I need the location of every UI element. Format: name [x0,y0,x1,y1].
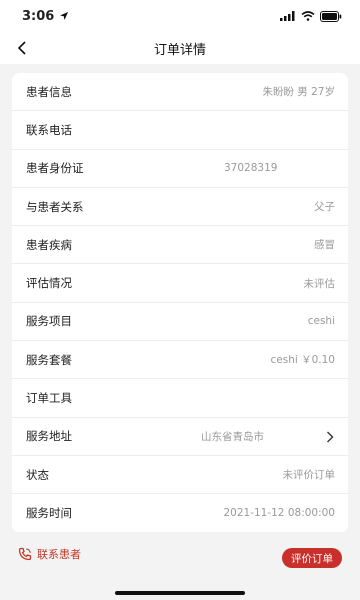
wifi-icon [301,11,315,21]
contact-patient-label: 联系患者 [37,548,81,561]
home-indicator [115,591,245,595]
row-status: 状态 未评价订单 [12,456,348,495]
back-button[interactable] [10,36,34,60]
row-value: 37028319 [224,162,278,175]
rate-order-button[interactable]: 评价订单 [282,548,342,568]
chevron-right-icon [327,431,334,443]
row-disease: 患者疾病 感冒 [12,226,348,265]
row-value: ceshi ￥0.10 [270,354,336,367]
row-value: 2021-11-12 08:00:00 [223,507,335,520]
row-order-tools: 订单工具 [12,379,348,418]
row-label: 患者疾病 [26,237,72,252]
row-label: 服务地址 [26,429,72,444]
row-label: 患者信息 [26,84,72,99]
row-service-item: 服务项目 ceshi [12,303,348,342]
row-label: 服务项目 [26,314,72,329]
row-value: ceshi [307,315,335,328]
order-detail-card: 患者信息 朱盼盼 男 27岁 联系电话 患者身份证 37028319 与患者关系… [12,73,348,533]
status-bar: 3:06 [0,0,360,32]
row-value: 山东省青岛市 [201,430,264,443]
row-id-card: 患者身份证 37028319 [12,150,348,188]
phone-icon [18,547,32,561]
row-label: 状态 [26,467,49,482]
nav-bar: 订单详情 [0,32,360,64]
row-label: 订单工具 [26,391,72,406]
location-arrow-icon [60,12,69,20]
row-value: 感冒 [314,239,335,252]
row-label: 联系电话 [26,122,72,137]
row-relation: 与患者关系 父子 [12,188,348,227]
row-label: 评估情况 [26,276,72,291]
page-title: 订单详情 [153,42,206,58]
row-label: 服务套餐 [26,352,72,367]
row-label: 服务时间 [26,506,72,521]
row-value: 父子 [314,201,335,214]
bottom-bar: 联系患者 评价订单 [0,532,360,600]
contact-patient-button[interactable]: 联系患者 [18,546,81,562]
row-phone: 联系电话 [12,111,348,150]
row-label: 与患者关系 [26,199,84,214]
row-value: 未评价订单 [282,469,336,482]
row-service-package: 服务套餐 ceshi ￥0.10 [12,341,348,380]
signal-icon [280,11,295,21]
row-label: 患者身份证 [26,161,84,176]
row-service-time: 服务时间 2021-11-12 08:00:00 [12,494,348,532]
status-icons [280,10,342,22]
row-service-address[interactable]: 服务地址 山东省青岛市 [12,418,348,456]
status-time-group: 3:06 [22,9,69,24]
row-assessment: 评估情况 未评估 [12,264,348,303]
row-patient-info: 患者信息 朱盼盼 男 27岁 [12,73,348,112]
row-value: 未评估 [303,277,336,290]
row-value: 朱盼盼 男 27岁 [262,86,335,99]
status-time: 3:06 [22,8,55,24]
chevron-left-icon [17,41,26,55]
battery-icon [320,10,342,22]
